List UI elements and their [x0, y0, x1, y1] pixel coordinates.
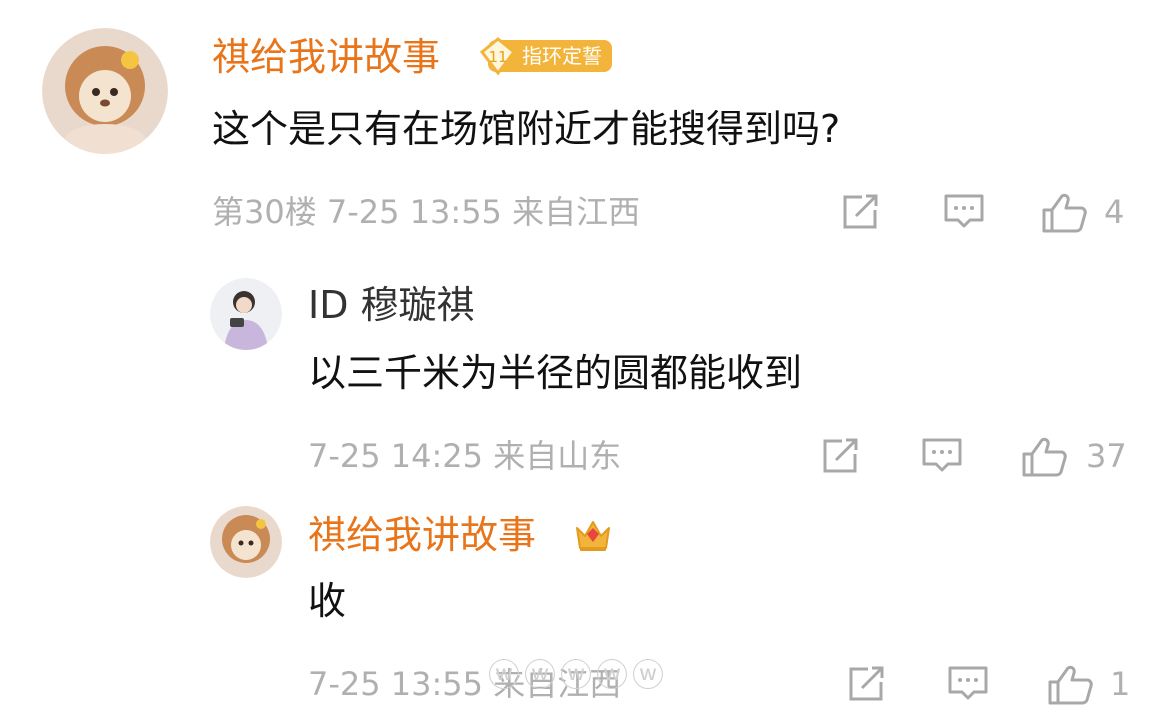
like-count: 4: [1104, 193, 1125, 231]
badge-level: 11: [488, 48, 507, 66]
ring-badge[interactable]: 11 指环定誓: [478, 36, 612, 76]
comment-meta: 7-25 14:25 来自山东: [308, 437, 622, 475]
comment-username[interactable]: 祺给我讲故事: [212, 34, 440, 80]
comment-username[interactable]: ID 穆璇祺: [308, 282, 475, 328]
comment-actions: 37: [820, 436, 1140, 478]
comment-actions: 1: [846, 664, 1136, 706]
like-count: 37: [1086, 437, 1127, 475]
comment-username[interactable]: 祺给我讲故事: [308, 512, 536, 558]
like-icon[interactable]: [1046, 664, 1094, 706]
comment-icon[interactable]: [946, 664, 990, 704]
ring-level-icon: 11: [479, 37, 517, 76]
avatar[interactable]: [210, 506, 282, 578]
like-icon[interactable]: [1020, 436, 1068, 478]
like-icon[interactable]: [1040, 192, 1088, 234]
comment-actions: 4: [840, 192, 1140, 234]
share-icon[interactable]: [846, 664, 888, 704]
comment-text: 这个是只有在场馆附近才能搜得到吗?: [212, 107, 841, 151]
comment-icon[interactable]: [920, 436, 964, 476]
comment-meta: 第30楼 7-25 13:55 来自江西: [212, 193, 641, 231]
like-count: 1: [1110, 665, 1131, 703]
crown-gem-icon: [572, 514, 614, 558]
comment-text: 收: [308, 579, 347, 623]
share-icon[interactable]: [840, 192, 882, 232]
watermark: ⓦⓦⓦⓦⓦ: [488, 656, 669, 694]
comment-text: 以三千米为半径的圆都能收到: [308, 351, 803, 395]
comment-icon[interactable]: [942, 192, 986, 232]
avatar[interactable]: [210, 278, 282, 350]
avatar[interactable]: [42, 28, 168, 154]
share-icon[interactable]: [820, 436, 862, 476]
